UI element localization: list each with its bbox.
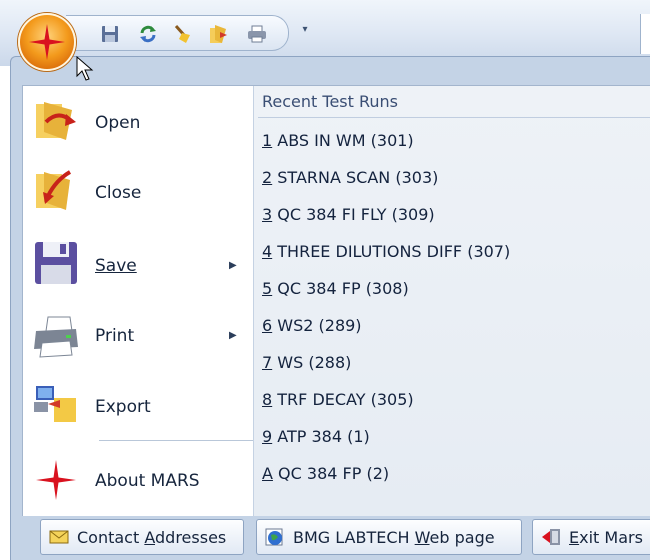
recent-run-item[interactable]: 8 TRF DECAY (305): [262, 390, 414, 409]
run-title: ATP 384 (1): [272, 427, 370, 446]
close-folder-icon: [36, 170, 72, 210]
print-menu-item[interactable]: Print ▶: [23, 299, 253, 367]
customize-toolbar-button[interactable]: ▾: [298, 24, 312, 44]
close-menu-item[interactable]: Close: [23, 158, 253, 226]
contact-addresses-button[interactable]: Contact Addresses: [40, 519, 244, 555]
close-label: Close: [95, 183, 142, 203]
recent-run-item[interactable]: 7 WS (288): [262, 353, 351, 372]
recent-run-item[interactable]: A QC 384 FP (2): [262, 464, 389, 483]
application-menu: Open Close Save ▶ Print ▶ Export About M…: [22, 85, 650, 517]
run-access-key: 7: [262, 353, 273, 372]
export-label: Export: [95, 397, 151, 417]
run-access-key: 8: [262, 390, 273, 409]
exit-mars-button[interactable]: Exit Mars: [532, 519, 650, 555]
export-icon: [34, 386, 76, 422]
run-access-key: 6: [262, 316, 273, 335]
run-title: QC 384 FP (308): [272, 279, 409, 298]
window-edge: [640, 14, 650, 54]
refresh-icon[interactable]: [137, 23, 159, 45]
run-title: QC 384 FP (2): [272, 464, 390, 483]
clean-icon[interactable]: [172, 23, 194, 45]
floppy-icon: [35, 242, 77, 284]
web-page-button[interactable]: BMG LABTECH Web page: [256, 519, 522, 555]
run-access-key: 1: [262, 131, 273, 150]
contact-addresses-label: Contact Addresses: [77, 528, 227, 547]
recent-run-item[interactable]: 3 QC 384 FI FLY (309): [262, 205, 435, 224]
run-title: ABS IN WM (301): [272, 131, 414, 150]
export-menu-item[interactable]: Export: [23, 370, 253, 438]
recent-test-runs-panel: Recent Test Runs 1 ABS IN WM (301) 2 STAR…: [254, 86, 650, 516]
recent-run-item[interactable]: 6 WS2 (289): [262, 316, 362, 335]
run-access-key: 3: [262, 205, 273, 224]
envelope-icon: [49, 530, 69, 544]
recent-run-item[interactable]: 2 STARNA SCAN (303): [262, 168, 438, 187]
save-icon[interactable]: [99, 23, 121, 45]
menu-separator: [99, 440, 253, 441]
run-title: WS2 (289): [272, 316, 362, 335]
run-title: STARNA SCAN (303): [272, 168, 439, 187]
run-access-key: 9: [262, 427, 273, 446]
open-folder-icon: [36, 102, 76, 140]
about-mars-menu-item[interactable]: About MARS: [23, 446, 253, 514]
printer-icon: [34, 316, 78, 358]
print-label: Print: [95, 326, 135, 346]
globe-icon: [265, 528, 283, 546]
run-title: WS (288): [272, 353, 352, 372]
mouse-cursor-icon: [76, 56, 94, 81]
recent-run-item[interactable]: 1 ABS IN WM (301): [262, 131, 414, 150]
run-access-key: 4: [262, 242, 273, 261]
about-label: About MARS: [95, 471, 200, 491]
menu-command-list: Open Close Save ▶ Print ▶ Export About M…: [23, 86, 254, 516]
submenu-arrow-icon: ▶: [229, 260, 237, 271]
exit-icon: [542, 529, 560, 545]
application-menu-button[interactable]: [18, 13, 76, 71]
star-icon: [36, 460, 76, 500]
exit-mars-label: Exit Mars: [569, 528, 643, 547]
run-title: THREE DILUTIONS DIFF (307): [272, 242, 511, 261]
run-title: TRF DECAY (305): [272, 390, 414, 409]
run-access-key: A: [262, 464, 273, 483]
header-divider: [258, 117, 650, 118]
print-icon[interactable]: [246, 23, 268, 45]
run-title: QC 384 FI FLY (309): [272, 205, 435, 224]
recent-run-item[interactable]: 9 ATP 384 (1): [262, 427, 370, 446]
open-folder-icon[interactable]: [207, 23, 229, 45]
open-menu-item[interactable]: Open: [23, 88, 253, 156]
run-access-key: 5: [262, 279, 273, 298]
run-access-key: 2: [262, 168, 273, 187]
star-icon: [29, 24, 65, 60]
open-label: Open: [95, 113, 141, 133]
recent-run-item[interactable]: 4 THREE DILUTIONS DIFF (307): [262, 242, 510, 261]
submenu-arrow-icon: ▶: [229, 330, 237, 341]
save-menu-item[interactable]: Save ▶: [23, 229, 253, 297]
recent-header: Recent Test Runs: [262, 92, 398, 111]
recent-run-item[interactable]: 5 QC 384 FP (308): [262, 279, 409, 298]
save-label: Save: [95, 256, 137, 276]
web-page-label: BMG LABTECH Web page: [293, 528, 495, 547]
